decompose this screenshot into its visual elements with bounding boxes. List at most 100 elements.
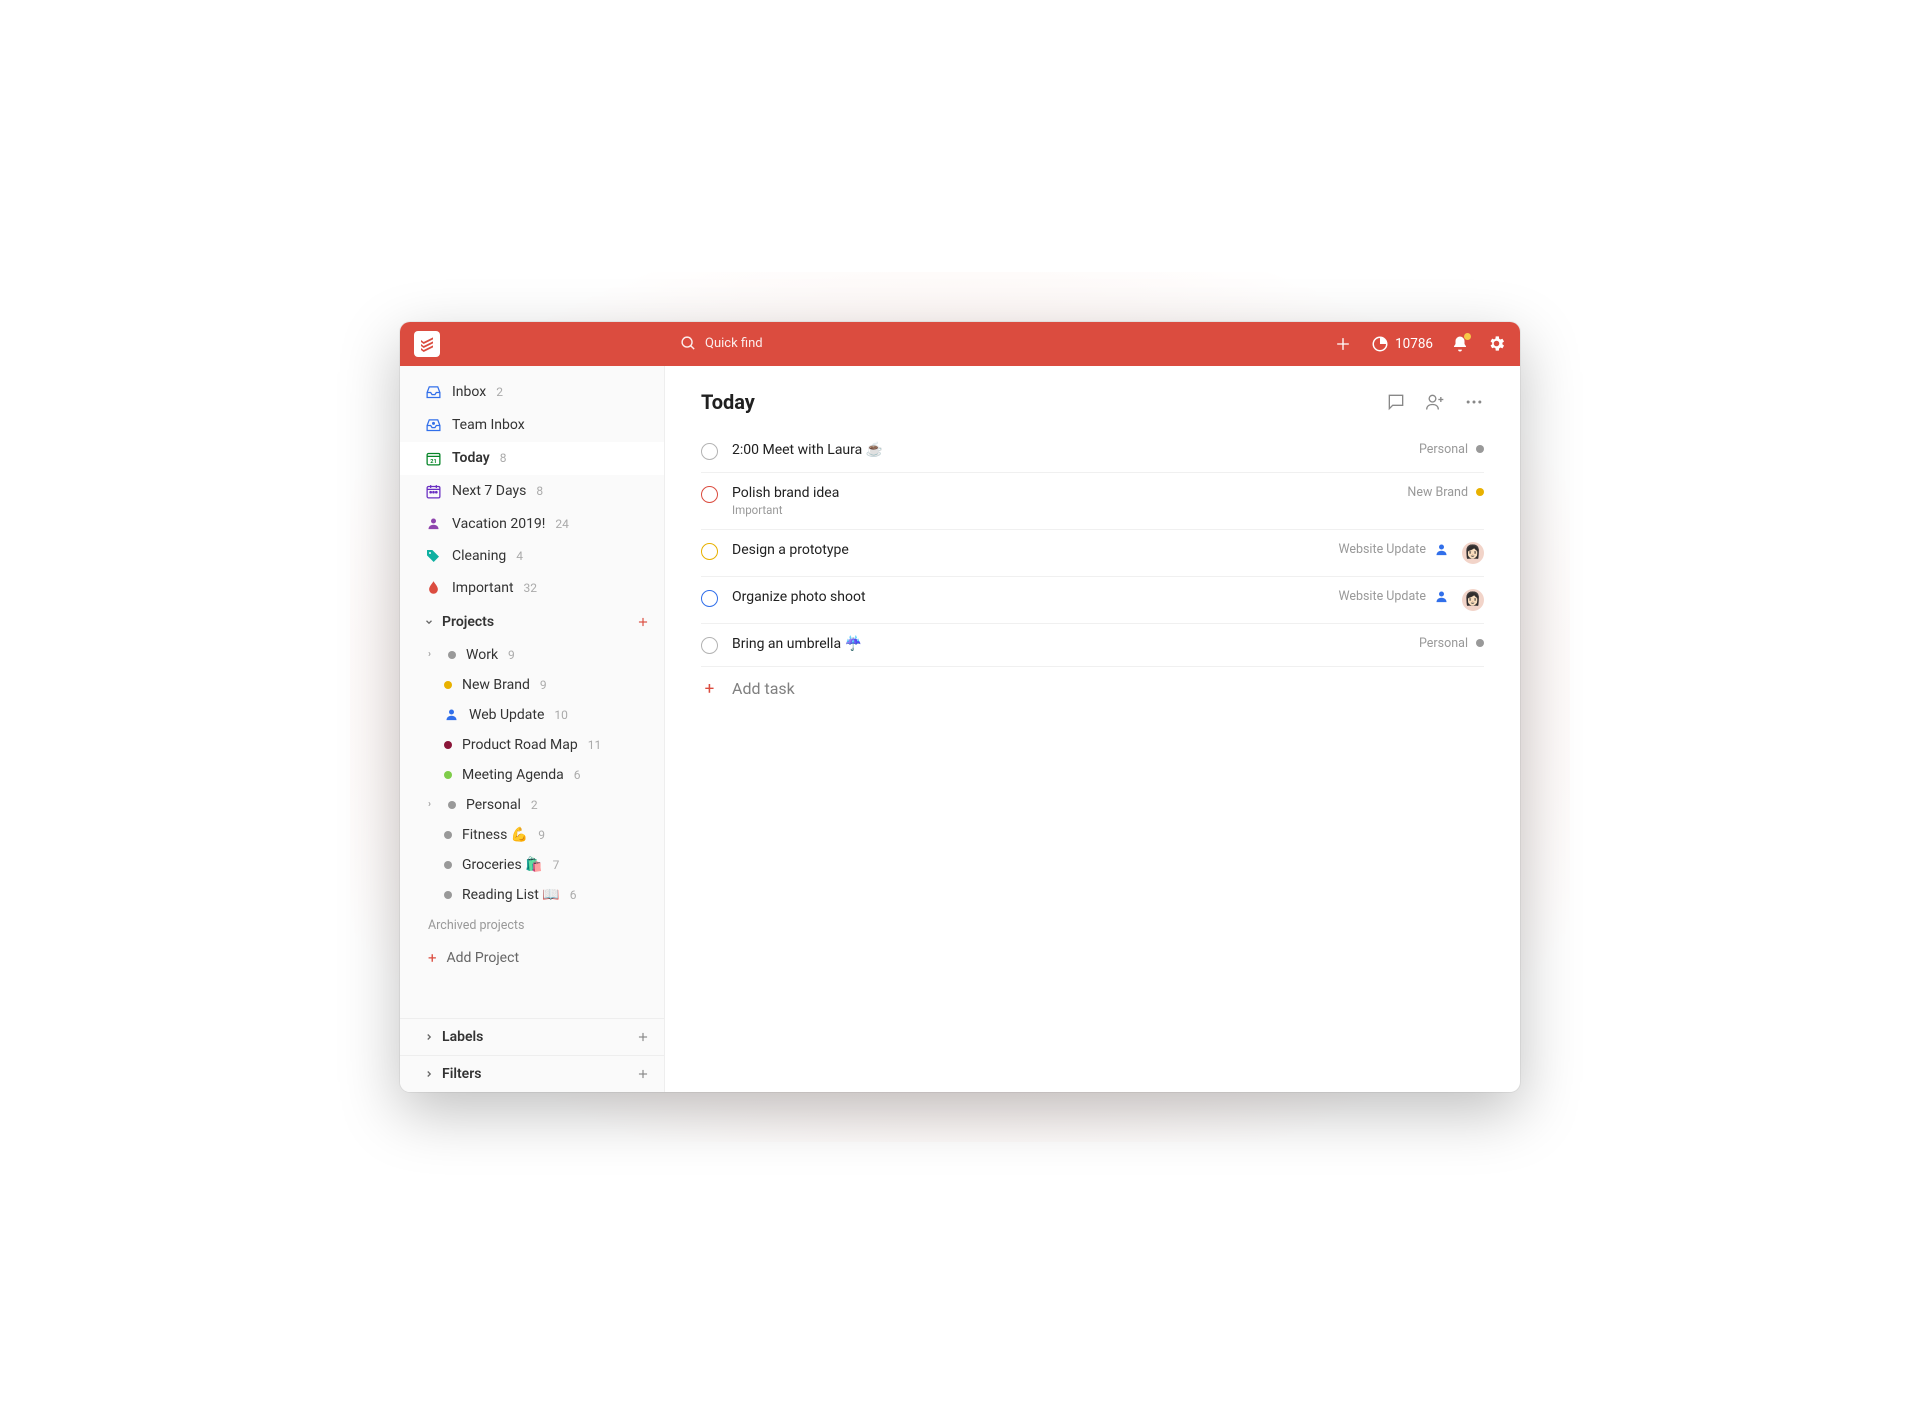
comment-icon — [1386, 392, 1406, 412]
notification-dot — [1464, 333, 1471, 340]
project-color-dot — [1476, 488, 1484, 496]
chevron-right-icon — [424, 1032, 434, 1042]
project-label: Personal — [466, 797, 521, 813]
chevron-right-icon: › — [428, 799, 438, 810]
task-subtitle: Important — [732, 503, 1393, 517]
share-button[interactable] — [1424, 392, 1446, 412]
more-options-button[interactable] — [1464, 392, 1484, 412]
task-row[interactable]: Polish brand idea Important New Brand — [701, 473, 1484, 530]
labels-label: Labels — [442, 1029, 483, 1045]
filters-label: Filters — [442, 1066, 481, 1082]
plus-icon: + — [428, 949, 437, 967]
nav-item-label: Team Inbox — [452, 417, 525, 433]
project-color-dot — [444, 861, 452, 869]
plus-icon: + — [701, 679, 718, 699]
project-color-dot — [448, 801, 456, 809]
project-count: 9 — [540, 678, 547, 692]
project-item-product-road-map[interactable]: Product Road Map11 — [400, 730, 664, 760]
archived-projects-link[interactable]: Archived projects — [400, 910, 664, 941]
nav-item-vacation-2019-[interactable]: Vacation 2019!24 — [400, 508, 664, 540]
add-task-label: Add task — [732, 679, 795, 698]
project-item-groceries-[interactable]: Groceries 🛍️7 — [400, 850, 664, 880]
add-project-row[interactable]: + Add Project — [400, 941, 664, 975]
task-checkbox[interactable] — [701, 637, 718, 654]
notifications-button[interactable] — [1451, 335, 1469, 353]
project-item-new-brand[interactable]: New Brand 9 — [400, 670, 664, 700]
labels-section-header[interactable]: Labels — [400, 1018, 664, 1055]
person-icon — [444, 707, 459, 722]
add-filter-icon[interactable] — [636, 1067, 650, 1081]
project-item-reading-list-[interactable]: Reading List 📖6 — [400, 880, 664, 910]
project-item-meeting-agenda[interactable]: Meeting Agenda6 — [400, 760, 664, 790]
chevron-right-icon: › — [428, 649, 438, 660]
task-row[interactable]: 2:00 Meet with Laura ☕Personal — [701, 430, 1484, 473]
task-title: Polish brand idea — [732, 485, 1393, 501]
task-checkbox[interactable] — [701, 543, 718, 560]
assignee-avatar[interactable]: 👩🏻 — [1462, 589, 1484, 611]
task-checkbox[interactable] — [701, 443, 718, 460]
nav-item-important[interactable]: Important32 — [400, 572, 664, 604]
project-count: 9 — [538, 828, 545, 842]
nav-item-team-inbox[interactable]: Team Inbox — [400, 409, 664, 442]
projects-label: Projects — [442, 614, 494, 630]
task-checkbox[interactable] — [701, 590, 718, 607]
nav-item-count: 4 — [516, 549, 523, 563]
task-meta: Website Update — [1338, 589, 1448, 604]
add-label-icon[interactable] — [636, 1030, 650, 1044]
app-window: Quick find 10786 Inbox2Team Inbox21Today… — [400, 322, 1520, 1092]
task-project-label: Website Update — [1338, 542, 1426, 557]
add-task-button[interactable] — [1333, 334, 1353, 354]
nav-item-cleaning[interactable]: Cleaning4 — [400, 540, 664, 572]
task-title: Organize photo shoot — [732, 589, 1324, 605]
page-title: Today — [701, 390, 755, 414]
comments-button[interactable] — [1386, 392, 1406, 412]
task-row[interactable]: Bring an umbrella ☔Personal — [701, 624, 1484, 667]
project-label: Groceries 🛍️ — [462, 857, 543, 873]
task-project-label: Website Update — [1338, 589, 1426, 604]
project-label: Fitness 💪 — [462, 827, 528, 843]
nav-item-next-7-days[interactable]: Next 7 Days 8 — [400, 475, 664, 508]
filters-section-header[interactable]: Filters — [400, 1055, 664, 1092]
add-project-icon[interactable] — [636, 615, 650, 629]
settings-button[interactable] — [1487, 334, 1506, 353]
nav-item-inbox[interactable]: Inbox2 — [400, 376, 664, 409]
project-count: 6 — [570, 888, 577, 902]
nav-item-label: Important — [452, 580, 514, 596]
search[interactable]: Quick find — [680, 335, 763, 352]
gear-icon — [1487, 334, 1506, 353]
project-color-dot — [1476, 445, 1484, 453]
top-bar: Quick find 10786 — [400, 322, 1520, 366]
project-color-dot — [444, 681, 452, 689]
app-logo[interactable] — [414, 331, 440, 357]
person-plus-icon — [1424, 392, 1446, 412]
task-title: Bring an umbrella ☔ — [732, 636, 1405, 652]
project-label: New Brand — [462, 677, 530, 693]
task-checkbox[interactable] — [701, 486, 718, 503]
tag-icon — [424, 548, 442, 564]
project-color-dot — [448, 651, 456, 659]
karma-icon — [1371, 335, 1389, 353]
project-item-fitness-[interactable]: Fitness 💪 9 — [400, 820, 664, 850]
nav-item-count: 8 — [536, 484, 543, 498]
karma-button[interactable]: 10786 — [1371, 335, 1433, 353]
nav-item-today[interactable]: 21Today8 — [400, 442, 664, 475]
task-meta: Website Update — [1338, 542, 1448, 557]
task-row[interactable]: Design a prototypeWebsite Update👩🏻 — [701, 530, 1484, 577]
project-label: Web Update — [469, 707, 544, 723]
chevron-right-icon — [424, 1069, 434, 1079]
assignee-avatar[interactable]: 👩🏻 — [1462, 542, 1484, 564]
nav-item-label: Next 7 Days — [452, 483, 526, 499]
task-meta: New Brand — [1407, 485, 1484, 500]
add-task-row[interactable]: + Add task — [701, 667, 1484, 711]
project-item-personal[interactable]: ›Personal2 — [400, 790, 664, 820]
project-item-work[interactable]: ›Work9 — [400, 640, 664, 670]
nav-item-count: 8 — [500, 451, 507, 465]
project-count: 6 — [574, 768, 581, 782]
project-label: Work — [466, 647, 498, 663]
today-icon: 21 — [424, 450, 442, 467]
project-color-dot — [444, 831, 452, 839]
task-row[interactable]: Organize photo shoot Website Update 👩🏻 — [701, 577, 1484, 624]
task-project-label: New Brand — [1407, 485, 1468, 500]
projects-section-header[interactable]: Projects — [400, 604, 664, 640]
project-item-web-update[interactable]: Web Update10 — [400, 700, 664, 730]
